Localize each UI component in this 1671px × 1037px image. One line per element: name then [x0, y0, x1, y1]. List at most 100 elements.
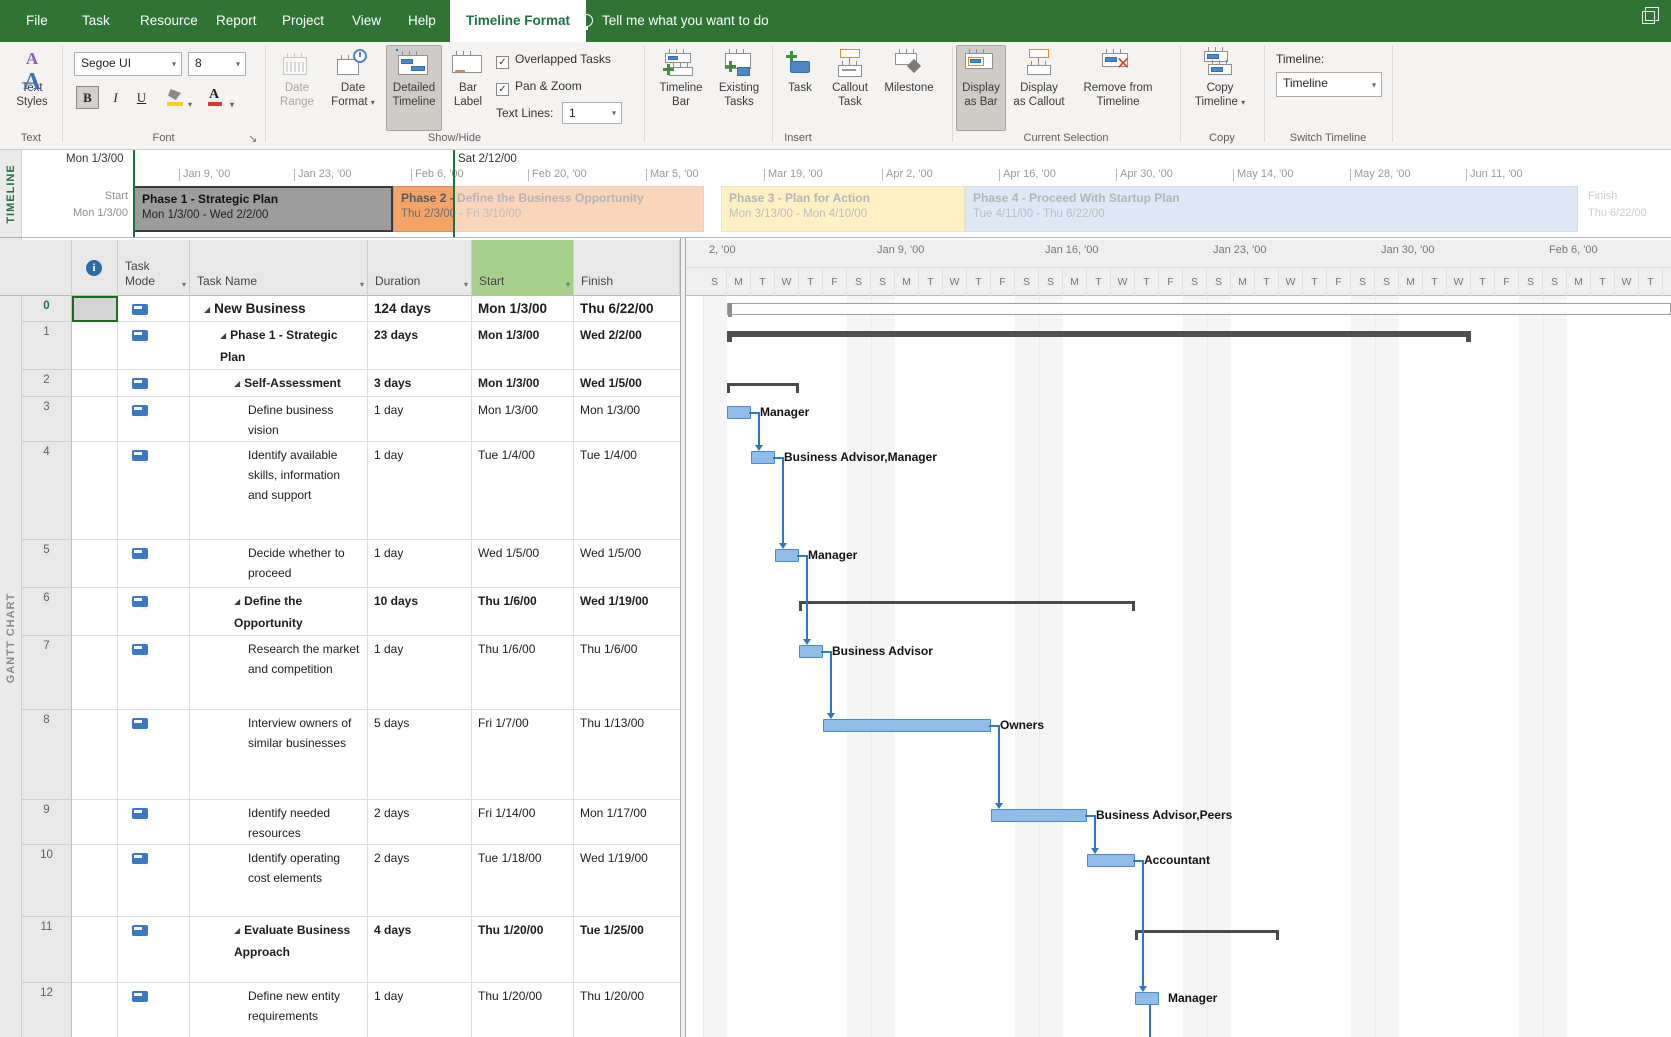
info-cell[interactable]	[72, 845, 118, 917]
summary-bracket-bar[interactable]	[799, 601, 1135, 604]
showhide-date-format-button[interactable]: DateFormat ▾	[326, 45, 380, 131]
finish-cell[interactable]: Wed 1/5/00	[574, 540, 680, 588]
task-name-cell[interactable]: Define new entity requirements	[190, 983, 368, 1037]
info-cell[interactable]	[72, 800, 118, 845]
start-cell[interactable]: Tue 1/4/00	[472, 442, 574, 540]
start-cell[interactable]: Thu 1/6/00	[472, 636, 574, 710]
row-number[interactable]: 3	[22, 397, 72, 442]
showhide-date-range-button[interactable]: DateRange	[272, 45, 322, 131]
task-mode-cell[interactable]	[118, 800, 190, 845]
task-mode-cell[interactable]	[118, 710, 190, 800]
start-cell[interactable]: Fri 1/14/00	[472, 800, 574, 845]
duration-cell[interactable]: 10 days	[368, 588, 472, 636]
panzoom-right-handle[interactable]	[453, 150, 455, 237]
info-cell[interactable]	[72, 917, 118, 983]
duration-cell[interactable]: 124 days	[368, 296, 472, 322]
task-name-cell[interactable]: ◢Define the Opportunity	[190, 588, 368, 636]
task-name-cell[interactable]: Define business vision	[190, 397, 368, 442]
finish-cell[interactable]: Wed 1/19/00	[574, 588, 680, 636]
column-header-mode[interactable]: TaskMode▾	[118, 240, 190, 296]
task-mode-cell[interactable]	[118, 540, 190, 588]
info-cell[interactable]	[72, 397, 118, 442]
showhide-detailed-timeline-button[interactable]: DetailedTimeline	[386, 45, 442, 131]
task-bar[interactable]	[751, 451, 775, 464]
duration-cell[interactable]: 1 day	[368, 540, 472, 588]
task-bar[interactable]	[1135, 992, 1159, 1005]
task-name-cell[interactable]: ◢Self-Assessment	[190, 370, 368, 397]
insert-callout-task-button[interactable]: CalloutTask	[824, 45, 876, 131]
row-number[interactable]: 4	[22, 442, 72, 540]
text-lines-combobox[interactable]: 1▾	[562, 102, 622, 124]
start-cell[interactable]: Fri 1/7/00	[472, 710, 574, 800]
start-cell[interactable]: Wed 1/5/00	[472, 540, 574, 588]
underline-button[interactable]: U	[130, 86, 153, 109]
summary-bracket-bar[interactable]	[1135, 930, 1279, 933]
row-number[interactable]: 12	[22, 983, 72, 1037]
task-bar[interactable]	[823, 719, 991, 732]
column-header-info[interactable]: i	[72, 240, 118, 296]
task-bar[interactable]	[1087, 854, 1135, 867]
task-name-cell[interactable]: ◢Phase 1 - Strategic Plan	[190, 322, 368, 370]
row-number[interactable]: 11	[22, 917, 72, 983]
checkbox-overlapped-tasks[interactable]: ✓Overlapped Tasks	[496, 52, 611, 67]
tell-me-box[interactable]: Tell me what you want to do	[580, 0, 769, 42]
task-bar[interactable]	[727, 406, 751, 419]
task-name-cell[interactable]: ◢New Business	[190, 296, 368, 322]
task-mode-cell[interactable]	[118, 370, 190, 397]
task-mode-cell[interactable]	[118, 983, 190, 1037]
info-cell[interactable]	[72, 710, 118, 800]
filter-arrow-icon[interactable]: ▾	[566, 280, 570, 289]
font-dialog-launcher-icon[interactable]: ↘	[248, 132, 257, 145]
menu-tab-help[interactable]: Help	[392, 0, 452, 42]
menu-tab-task[interactable]: Task	[66, 0, 126, 42]
info-cell[interactable]	[72, 322, 118, 370]
info-cell[interactable]	[72, 442, 118, 540]
column-header-name[interactable]: Task Name▾	[190, 240, 368, 296]
task-name-cell[interactable]: Identify needed resources	[190, 800, 368, 845]
menu-tab-view[interactable]: View	[336, 0, 397, 42]
column-header-fin[interactable]: Finish	[574, 240, 680, 296]
finish-cell[interactable]: Thu 1/6/00	[574, 636, 680, 710]
column-header-dur[interactable]: Duration▾	[368, 240, 472, 296]
task-bar[interactable]	[991, 809, 1087, 822]
selection-display-as-callout-button[interactable]: Displayas Callout	[1008, 45, 1070, 131]
highlight-color-button[interactable]: ▾	[164, 86, 194, 109]
row-number[interactable]: 10	[22, 845, 72, 917]
task-name-cell[interactable]: Decide whether to proceed	[190, 540, 368, 588]
info-cell[interactable]	[72, 296, 118, 322]
filter-arrow-icon[interactable]: ▾	[464, 280, 468, 289]
row-number[interactable]: 7	[22, 636, 72, 710]
row-number[interactable]: 2	[22, 370, 72, 397]
collapse-triangle-icon[interactable]: ◢	[234, 597, 240, 606]
collapse-triangle-icon[interactable]: ◢	[220, 331, 226, 340]
duration-cell[interactable]: 1 day	[368, 636, 472, 710]
switch-timeline-combobox[interactable]: Timeline▾	[1276, 72, 1382, 97]
task-name-cell[interactable]: ◢Evaluate Business Approach	[190, 917, 368, 983]
start-cell[interactable]: Thu 1/6/00	[472, 588, 574, 636]
task-mode-cell[interactable]	[118, 636, 190, 710]
row-number[interactable]: 0	[22, 296, 72, 322]
row-number[interactable]: 1	[22, 322, 72, 370]
task-mode-cell[interactable]	[118, 442, 190, 540]
task-mode-cell[interactable]	[118, 296, 190, 322]
collapse-triangle-icon[interactable]: ◢	[234, 926, 240, 935]
insert-milestone-button[interactable]: Milestone	[878, 45, 940, 131]
menu-tab-file[interactable]: File	[10, 0, 64, 42]
start-cell[interactable]: Mon 1/3/00	[472, 296, 574, 322]
row-number[interactable]: 6	[22, 588, 72, 636]
insert-existing-tasks-button[interactable]: ExistingTasks	[712, 45, 766, 131]
task-mode-cell[interactable]	[118, 917, 190, 983]
filter-arrow-icon[interactable]: ▾	[360, 280, 364, 289]
font-name-combobox[interactable]: Segoe UI▾	[74, 52, 182, 76]
timeline-pane[interactable]: TIMELINE Mon 1/3/00Sat 2/12/00Jan 9, '00…	[0, 150, 1671, 238]
task-mode-cell[interactable]	[118, 397, 190, 442]
collapse-triangle-icon[interactable]: ◢	[234, 379, 240, 388]
gantt-timescale[interactable]: 2, '00Jan 9, '00Jan 16, '00Jan 23, '00Ja…	[686, 240, 1671, 296]
menu-tab-report[interactable]: Report	[200, 0, 273, 42]
showhide-bar-label-button[interactable]: BarLabel	[446, 45, 490, 131]
phase-summary-bar[interactable]	[727, 331, 1471, 337]
task-name-cell[interactable]: Interview owners of similar businesses	[190, 710, 368, 800]
project-summary-bar[interactable]	[727, 303, 1671, 315]
row-number[interactable]: 5	[22, 540, 72, 588]
task-mode-cell[interactable]	[118, 845, 190, 917]
